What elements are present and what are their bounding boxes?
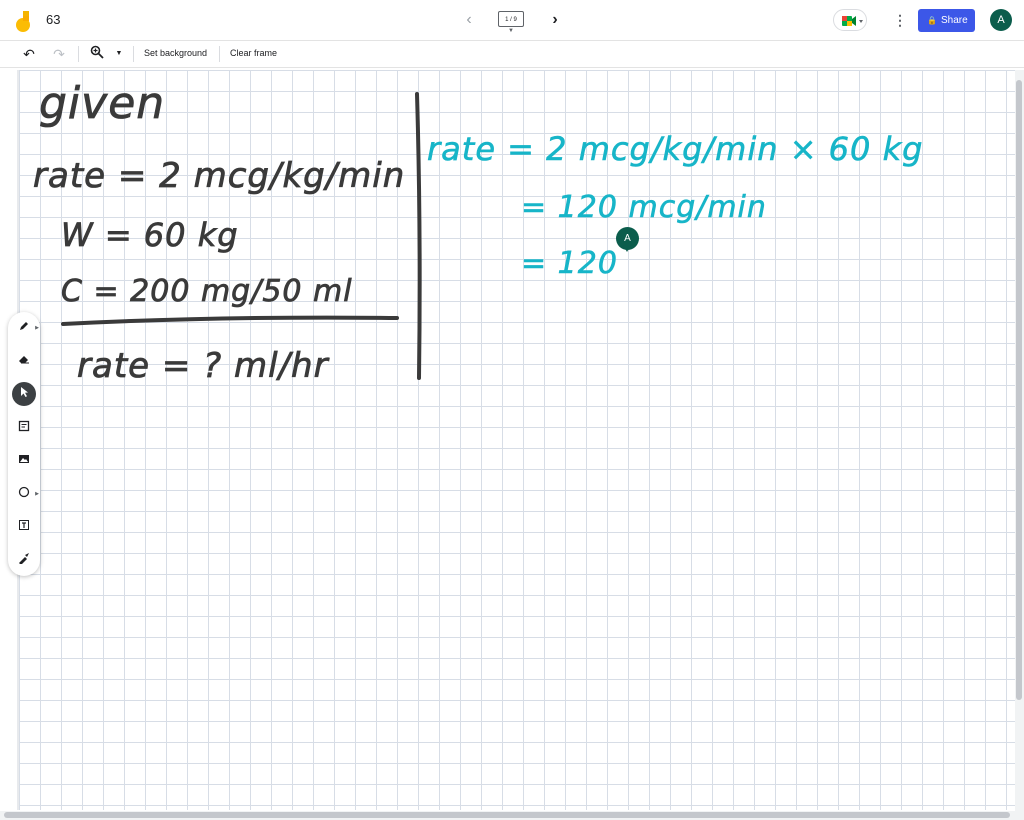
more-options-button[interactable]: ⋮ xyxy=(890,10,910,30)
laser-tool[interactable] xyxy=(12,548,36,572)
text-box-icon xyxy=(19,520,29,530)
eraser-icon xyxy=(19,356,29,364)
toolbar-divider xyxy=(133,46,134,62)
vertical-scrollbar-thumb[interactable] xyxy=(1016,80,1022,700)
meet-icon xyxy=(842,16,863,26)
lock-icon: 🔒 xyxy=(927,16,937,25)
toolbar-divider xyxy=(78,46,79,62)
frame-toolbar: ↶ ↷ ▼ Set background Clear frame xyxy=(0,41,1024,68)
next-frame-button[interactable]: › xyxy=(545,10,565,30)
top-bar: 63 ‹ 1 / 9 ▼ › ⋮ 🔒 Share A xyxy=(0,0,1024,41)
set-background-button[interactable]: Set background xyxy=(144,48,207,58)
handwritten-calc-line-2: = 120 mcg/min xyxy=(521,190,767,226)
toolbar-divider xyxy=(219,46,220,62)
collaborator-cursor: A xyxy=(616,227,639,252)
tool-sidebar: ▶ ▶ xyxy=(8,312,40,576)
eraser-tool[interactable] xyxy=(12,349,36,373)
shape-tool[interactable]: ▶ xyxy=(12,482,39,506)
chevron-down-icon: ▼ xyxy=(508,28,514,34)
laser-icon xyxy=(19,553,29,565)
document-title[interactable]: 63 xyxy=(46,12,60,27)
previous-frame-button[interactable]: ‹ xyxy=(459,10,479,30)
chevron-right-icon: ▶ xyxy=(35,325,39,331)
pen-tool[interactable]: ▶ xyxy=(12,316,39,340)
select-tool[interactable] xyxy=(12,382,36,406)
cursor-icon xyxy=(21,387,28,397)
circle-icon xyxy=(18,486,30,498)
sticky-note-tool[interactable] xyxy=(12,416,36,440)
share-label: Share xyxy=(940,15,968,26)
zoom-chevron-down-icon[interactable]: ▼ xyxy=(110,45,128,63)
text-box-tool[interactable] xyxy=(12,515,36,539)
redo-icon[interactable]: ↷ xyxy=(50,45,68,63)
image-icon xyxy=(19,455,29,463)
share-button[interactable]: 🔒 Share xyxy=(918,9,975,32)
zoom-icon[interactable] xyxy=(88,45,106,63)
image-tool[interactable] xyxy=(12,449,36,473)
ink-strokes xyxy=(61,92,422,380)
avatar[interactable]: A xyxy=(990,9,1012,31)
chevron-right-icon: ▶ xyxy=(35,491,39,497)
sticky-note-icon xyxy=(18,420,30,432)
jamboard-logo-icon xyxy=(14,9,34,33)
meet-button[interactable] xyxy=(833,9,867,31)
undo-icon[interactable]: ↶ xyxy=(20,45,38,63)
handwritten-calc-line-3: = 120 xyxy=(521,246,618,282)
handwritten-calc-line-1: rate = 2 mcg/kg/min × 60 kg xyxy=(427,130,924,169)
whiteboard-canvas[interactable]: given rate = 2 mcg/kg/min W = 60 kg C = … xyxy=(19,70,1015,810)
clear-frame-button[interactable]: Clear frame xyxy=(230,48,277,58)
frame-counter[interactable]: 1 / 9 xyxy=(498,11,524,27)
horizontal-scrollbar-thumb[interactable] xyxy=(4,812,1010,818)
pen-icon xyxy=(20,322,28,330)
